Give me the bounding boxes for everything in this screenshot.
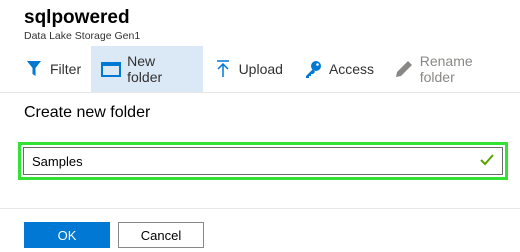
checkmark-icon — [480, 153, 496, 169]
folder-name-field — [23, 147, 503, 175]
footer-divider — [0, 208, 520, 209]
dialog-title: Create new folder — [24, 104, 151, 121]
resource-title: sqlpowered — [24, 7, 130, 28]
command-toolbar: Filter New folder Upload Access Rename f… — [0, 46, 520, 93]
access-label: Access — [328, 61, 375, 77]
folder-icon — [101, 59, 122, 79]
resource-header: sqlpowered Data Lake Storage Gen1 — [24, 6, 140, 42]
upload-arrow-icon — [213, 59, 233, 79]
upload-button[interactable]: Upload — [203, 46, 293, 92]
folder-name-input[interactable] — [32, 153, 480, 169]
rename-folder-label: Rename folder — [419, 53, 473, 85]
access-button[interactable]: Access — [293, 46, 384, 92]
new-folder-label: New folder — [127, 53, 163, 85]
key-icon — [303, 59, 323, 79]
folder-name-field-wrapper — [18, 142, 508, 180]
rename-folder-button[interactable]: Rename folder — [384, 46, 520, 92]
resource-subtitle: Data Lake Storage Gen1 — [24, 30, 141, 42]
upload-label: Upload — [238, 61, 283, 77]
new-folder-button[interactable]: New folder — [91, 46, 203, 92]
ok-button[interactable]: OK — [24, 222, 110, 248]
pencil-icon — [394, 59, 414, 79]
filter-label: Filter — [50, 61, 82, 77]
funnel-icon — [24, 59, 44, 79]
cancel-button[interactable]: Cancel — [118, 222, 204, 248]
filter-button[interactable]: Filter — [0, 46, 91, 92]
